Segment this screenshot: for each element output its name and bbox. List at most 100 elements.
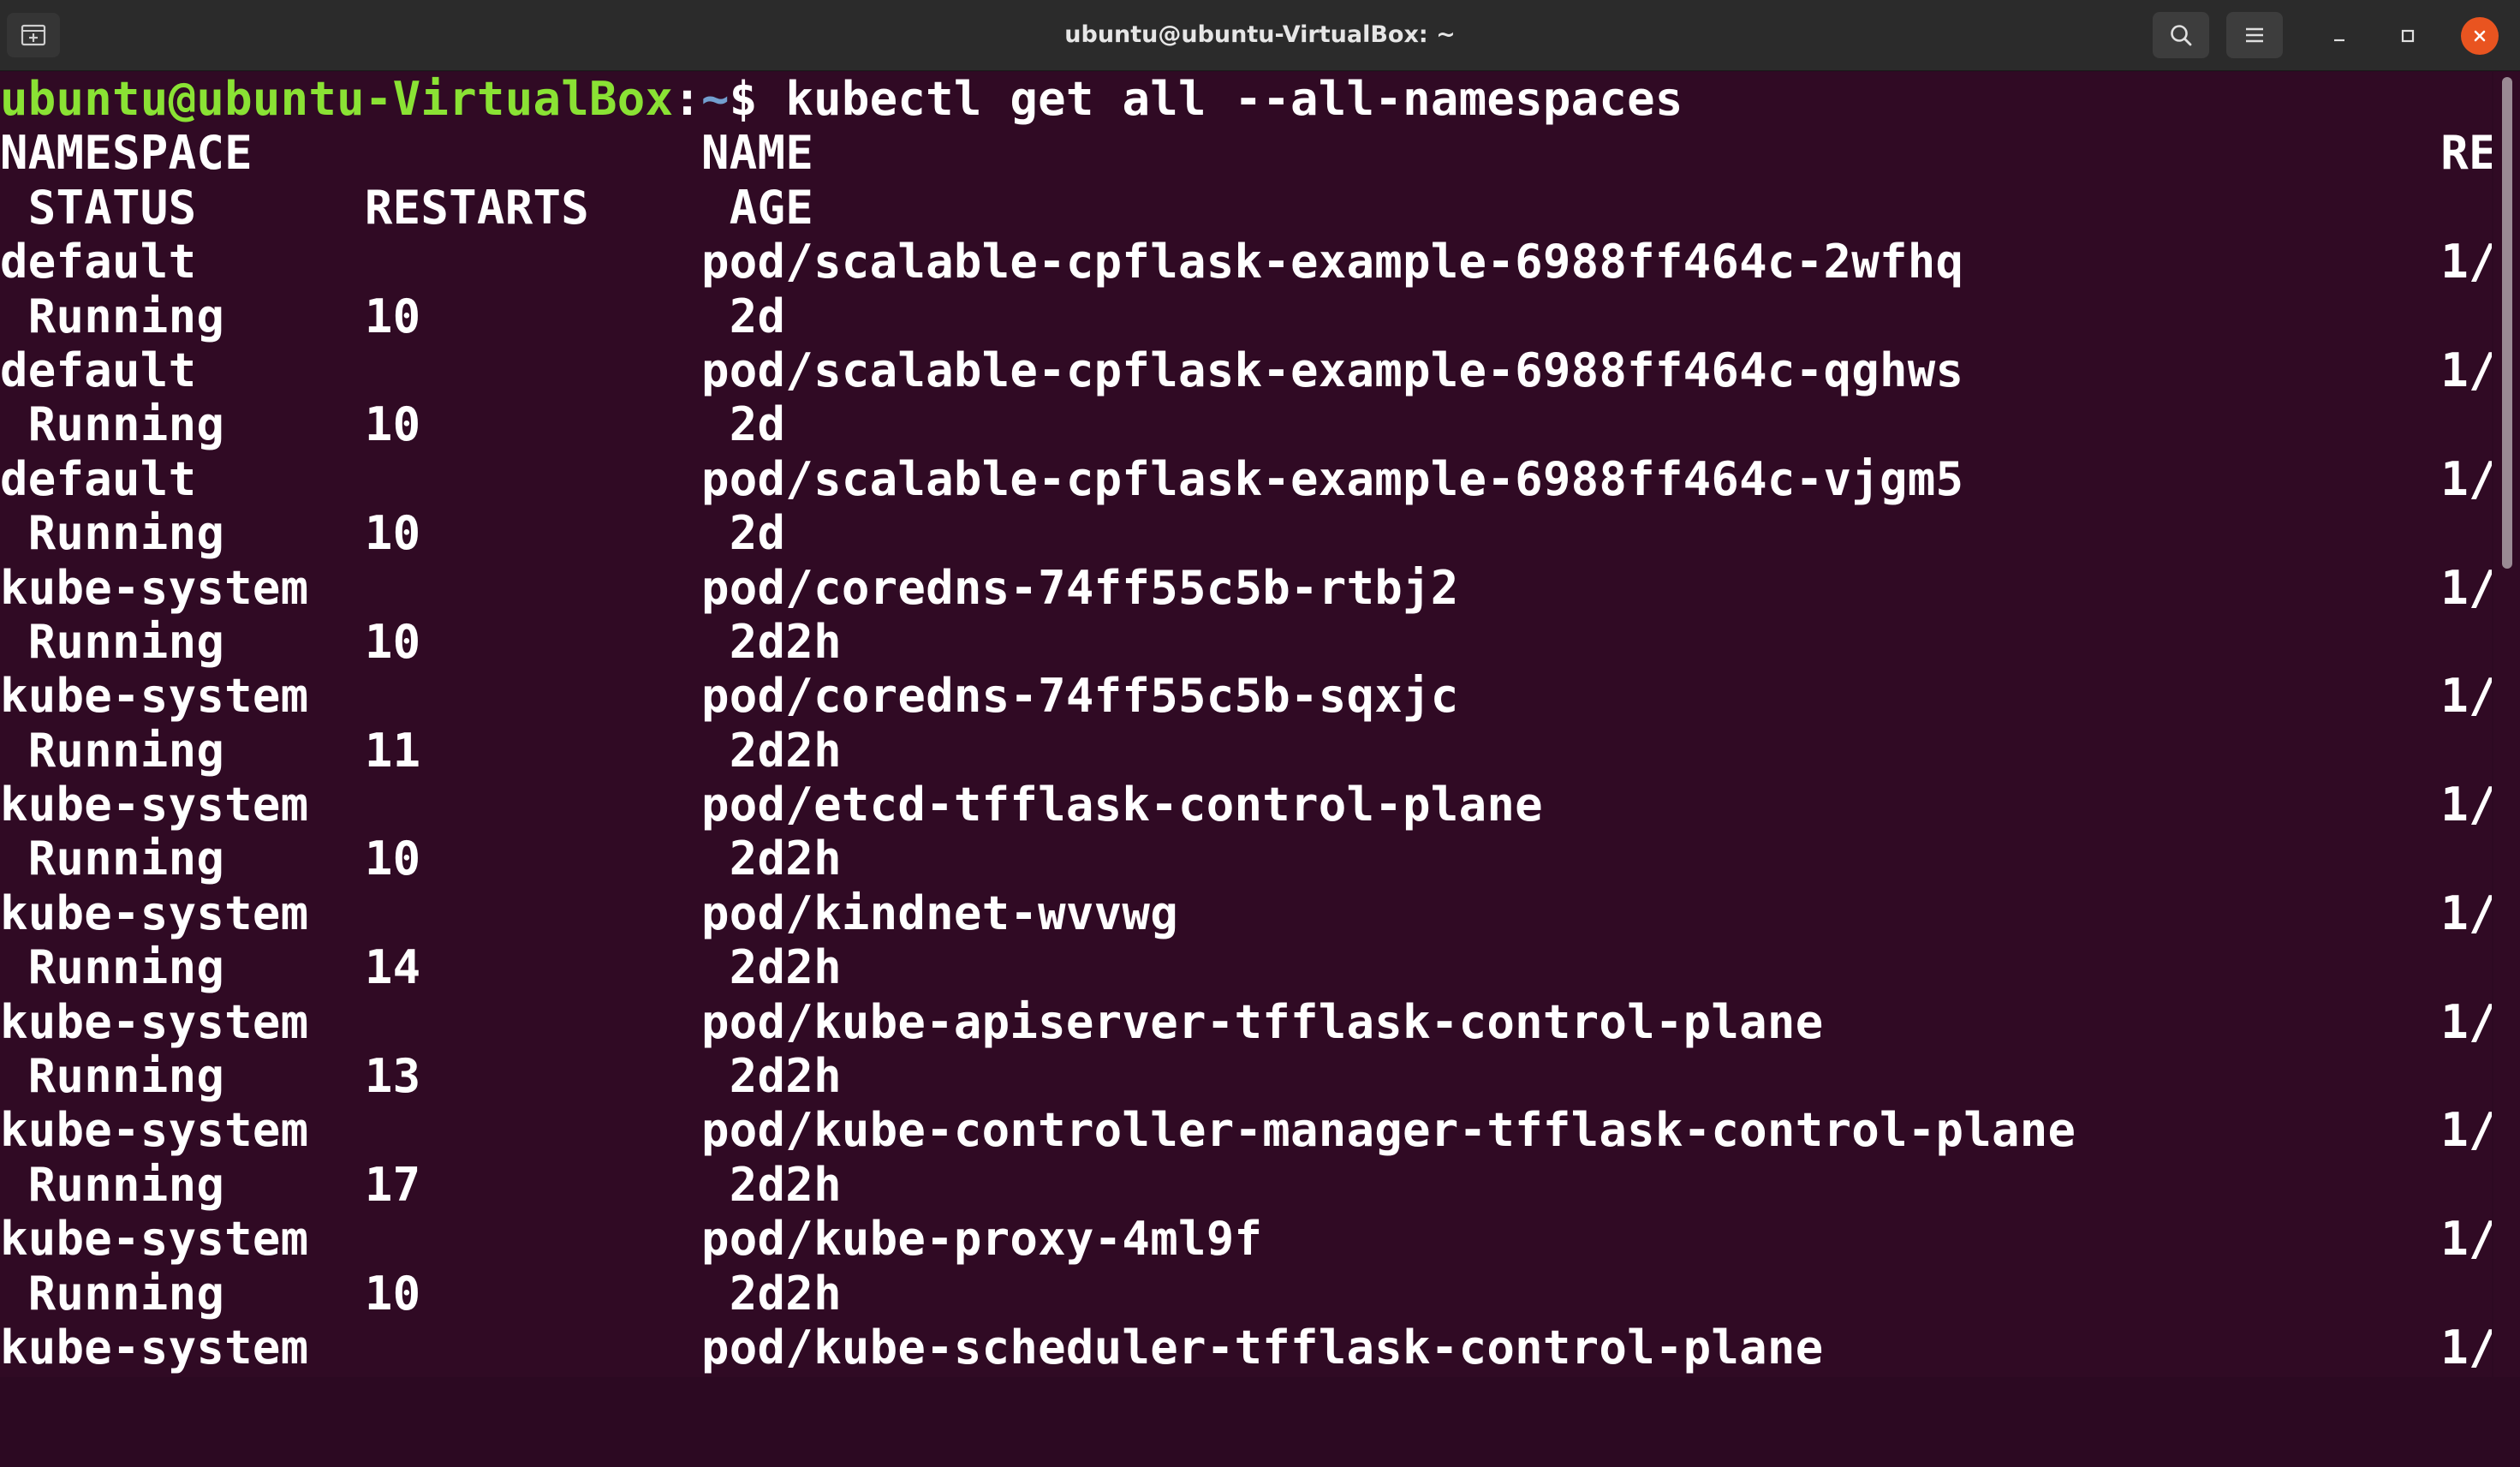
header-line-1: NAMESPACE NAME READY <box>0 126 2492 180</box>
menu-button[interactable] <box>2226 12 2283 58</box>
row-restarts: 10 <box>224 506 421 561</box>
search-button[interactable] <box>2153 12 2209 58</box>
row-ready: 1/1 <box>1458 669 2492 724</box>
row-restarts: 11 <box>224 723 421 778</box>
title-bar: ubuntu@ubuntu-VirtualBox: ~ <box>0 0 2520 71</box>
table-row: default pod/scalable-cpflask-example-698… <box>0 343 2492 397</box>
row-ready: 1/1 <box>1823 994 2492 1049</box>
row-status: Running <box>0 723 225 778</box>
maximize-icon <box>2401 29 2415 43</box>
row-ready: 1/1 <box>1823 1320 2492 1375</box>
header-age: AGE <box>588 180 814 235</box>
row-status: Running <box>0 289 225 343</box>
row-ready: 1/1 <box>2076 1103 2492 1158</box>
prompt-line: ubuntu@ubuntu-VirtualBox:~$ kubectl get … <box>0 72 2492 126</box>
search-icon <box>2171 25 2192 46</box>
row-restarts: 10 <box>224 832 421 886</box>
row-age: 2d <box>420 289 786 343</box>
close-button[interactable] <box>2461 17 2499 55</box>
table-row-continued: Running 10 2d <box>0 397 2492 451</box>
table-row: kube-system pod/coredns-74ff55c5b-rtbj2 … <box>0 561 2492 615</box>
row-restarts: 10 <box>224 1266 421 1321</box>
row-namespace: kube-system <box>0 560 309 615</box>
row-status: Running <box>0 832 225 886</box>
header-namespace: NAMESPACE <box>0 126 253 181</box>
new-tab-button[interactable] <box>7 13 60 57</box>
header-status: STATUS <box>0 180 197 235</box>
row-age: 2d2h <box>420 1266 842 1321</box>
prompt-symbol: $ <box>729 72 786 126</box>
row-name: pod/coredns-74ff55c5b-sqxjc <box>308 669 1459 724</box>
row-namespace: default <box>0 451 197 506</box>
row-name: pod/kube-proxy-4ml9f <box>308 1212 1263 1267</box>
row-age: 2d2h <box>420 940 842 995</box>
row-age: 2d2h <box>420 832 842 886</box>
table-row: kube-system pod/coredns-74ff55c5b-sqxjc … <box>0 669 2492 723</box>
row-status: Running <box>0 1266 225 1321</box>
row-namespace: kube-system <box>0 886 309 940</box>
terminal-output[interactable]: ubuntu@ubuntu-VirtualBox:~$ kubectl get … <box>0 72 2492 1377</box>
row-ready: 1/1 <box>1177 886 2492 940</box>
row-age: 2d2h <box>420 614 842 669</box>
row-ready: 1/1 <box>1458 560 2492 615</box>
row-name: pod/coredns-74ff55c5b-rtbj2 <box>308 560 1459 615</box>
row-restarts: 13 <box>224 1049 421 1104</box>
row-namespace: kube-system <box>0 778 309 832</box>
new-tab-icon <box>21 24 46 46</box>
row-status: Running <box>0 1049 225 1104</box>
row-name: pod/kube-apiserver-tfflask-control-plane <box>308 994 1824 1049</box>
row-age: 2d2h <box>420 1049 842 1104</box>
row-status: Running <box>0 614 225 669</box>
row-status: Running <box>0 940 225 995</box>
row-age: 2d <box>420 397 786 452</box>
table-row: kube-system pod/etcd-tfflask-control-pla… <box>0 778 2492 832</box>
row-name: pod/etcd-tfflask-control-plane <box>308 778 1543 832</box>
prompt-command: kubectl get all --all-namespaces <box>785 72 1683 126</box>
row-restarts: 17 <box>224 1157 421 1212</box>
row-ready: 1/1 <box>1262 1212 2492 1267</box>
row-age: 2d <box>420 506 786 561</box>
row-namespace: kube-system <box>0 1212 309 1267</box>
table-row-continued: Running 10 2d2h <box>0 615 2492 669</box>
row-ready: 1/1 <box>1963 235 2492 289</box>
table-row: default pod/scalable-cpflask-example-698… <box>0 452 2492 506</box>
row-name: pod/kindnet-wvvwg <box>308 886 1178 940</box>
header-name: NAME <box>252 126 814 181</box>
row-namespace: default <box>0 235 197 289</box>
table-row-continued: Running 10 2d2h <box>0 1267 2492 1321</box>
table-row: kube-system pod/kube-apiserver-tfflask-c… <box>0 995 2492 1049</box>
table-row: kube-system pod/kube-scheduler-tfflask-c… <box>0 1321 2492 1375</box>
row-namespace: kube-system <box>0 994 309 1049</box>
terminal-lines: ubuntu@ubuntu-VirtualBox:~$ kubectl get … <box>0 72 2492 1375</box>
table-row: default pod/scalable-cpflask-example-698… <box>0 235 2492 289</box>
table-row: kube-system pod/kube-controller-manager-… <box>0 1103 2492 1157</box>
prompt-path: ~ <box>701 72 730 126</box>
minimize-icon <box>2334 39 2344 42</box>
row-restarts: 10 <box>224 289 421 343</box>
row-status: Running <box>0 397 225 452</box>
hamburger-menu-icon <box>2246 27 2263 43</box>
row-age: 2d2h <box>420 1157 842 1212</box>
row-name: pod/scalable-cpflask-example-6988ff464c-… <box>196 343 1964 397</box>
row-name: pod/kube-controller-manager-tfflask-cont… <box>308 1103 2076 1158</box>
row-status: Running <box>0 1157 225 1212</box>
scrollbar-thumb[interactable] <box>2502 77 2512 569</box>
row-name: pod/scalable-cpflask-example-6988ff464c-… <box>196 235 1964 289</box>
terminal-bottom-padding <box>0 1377 2520 1467</box>
table-row-continued: Running 10 2d <box>0 289 2492 343</box>
header-restarts: RESTARTS <box>196 180 589 235</box>
row-namespace: kube-system <box>0 1103 309 1158</box>
row-restarts: 14 <box>224 940 421 995</box>
minimize-button[interactable] <box>2320 17 2358 55</box>
table-row-continued: Running 10 2d2h <box>0 832 2492 886</box>
row-namespace: default <box>0 343 197 397</box>
prompt-separator: : <box>673 72 702 126</box>
maximize-button[interactable] <box>2389 17 2427 55</box>
table-row-continued: Running 11 2d2h <box>0 724 2492 778</box>
header-ready: READY <box>813 126 2492 181</box>
close-icon <box>2474 30 2486 42</box>
prompt-user-host: ubuntu@ubuntu-VirtualBox <box>0 72 674 126</box>
header-line-2: STATUS RESTARTS AGE <box>0 181 2492 235</box>
table-row: kube-system pod/kube-proxy-4ml9f 1/1 <box>0 1212 2492 1266</box>
row-restarts: 10 <box>224 397 421 452</box>
